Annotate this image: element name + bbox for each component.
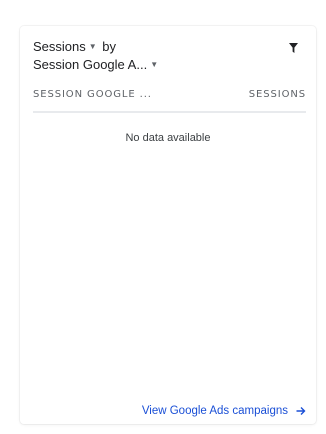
column-header-dimension[interactable]: SESSION GOOGLE ... (33, 89, 152, 100)
caret-down-icon: ▼ (150, 60, 159, 69)
filter-icon (288, 40, 298, 58)
by-label: by (102, 39, 117, 54)
arrow-right-icon (296, 406, 306, 416)
caret-down-icon: ▼ (88, 42, 97, 51)
dimension-label: Session Google A... (33, 57, 148, 72)
view-google-ads-campaigns-link[interactable]: View Google Ads campaigns (142, 405, 306, 417)
metric-label: Sessions (33, 39, 86, 54)
title-line-1: Sessions ▼ by (33, 38, 253, 56)
filter-button[interactable] (286, 42, 300, 56)
divider (33, 111, 306, 113)
column-header-sessions[interactable]: SESSIONS (249, 89, 306, 100)
table-header: SESSION GOOGLE ... SESSIONS (33, 84, 306, 104)
metric-selector[interactable]: Sessions ▼ (33, 39, 102, 54)
empty-state-message: No data available (125, 132, 211, 144)
sessions-card: Sessions ▼ by Session Google A... ▼ SESSIO… (20, 26, 316, 424)
card-title: Sessions ▼ by Session Google A... ▼ (33, 38, 253, 74)
dimension-selector[interactable]: Session Google A... ▼ (33, 56, 253, 74)
footer-link-label: View Google Ads campaigns (141, 405, 288, 417)
